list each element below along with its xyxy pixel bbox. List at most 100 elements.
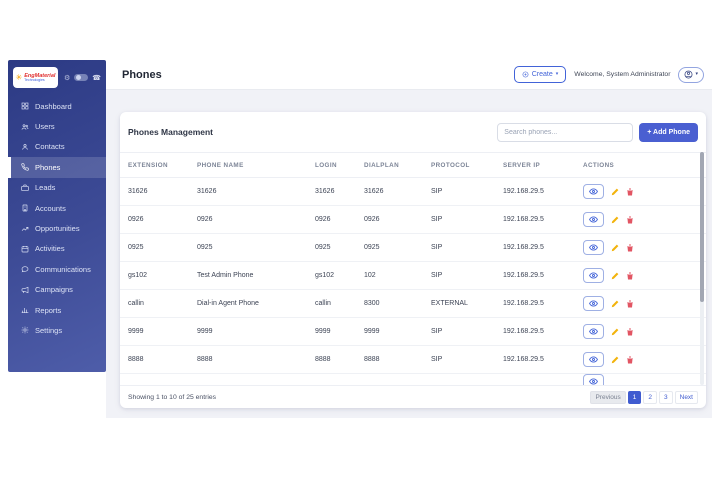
delete-button[interactable] xyxy=(626,300,634,308)
bar-chart-icon xyxy=(21,306,29,314)
trash-icon xyxy=(626,328,634,336)
user-menu-button[interactable]: ▾ xyxy=(678,67,704,83)
dashboard-icon xyxy=(21,102,29,110)
sidebar-item-users[interactable]: Users xyxy=(8,116,106,136)
sidebar-item-activities[interactable]: Activities xyxy=(8,239,106,259)
sidebar-item-label: Leads xyxy=(35,183,55,192)
trash-icon xyxy=(626,244,634,252)
edit-button[interactable] xyxy=(611,188,619,196)
sidebar-item-reports[interactable]: Reports xyxy=(8,300,106,320)
eye-icon xyxy=(589,271,598,280)
sidebar-item-opportunities[interactable]: Opportunities xyxy=(8,218,106,238)
chevron-down-icon: ▾ xyxy=(695,72,698,77)
eye-icon xyxy=(589,377,598,385)
edit-button[interactable] xyxy=(611,216,619,224)
sidebar-tools: ⚙ ☎ xyxy=(64,74,101,82)
sidebar-item-dashboard[interactable]: Dashboard xyxy=(8,96,106,116)
content-area: Phones Management + Add Phone EXTENSION … xyxy=(106,90,712,418)
contact-icon xyxy=(21,143,29,151)
pagination-next-button[interactable]: Next xyxy=(675,391,698,404)
view-button[interactable] xyxy=(583,296,604,311)
sidebar-item-contacts[interactable]: Contacts xyxy=(8,137,106,157)
card-footer: Showing 1 to 10 of 25 entries Previous 1… xyxy=(120,385,706,408)
sidebar-item-label: Phones xyxy=(35,163,60,172)
sidebar-item-leads[interactable]: Leads xyxy=(8,178,106,198)
cell-phone-name: 8888 xyxy=(197,356,315,363)
eye-icon xyxy=(589,299,598,308)
pagination: Previous 1 2 3 Next xyxy=(590,391,698,404)
cell-extension: 0926 xyxy=(128,216,197,223)
toggle-knob xyxy=(76,75,81,80)
table-scrollbar[interactable] xyxy=(700,152,704,385)
table-row-partial xyxy=(120,374,706,385)
cell-server-ip: 192.168.29.5 xyxy=(503,328,583,335)
pagination-page-2-button[interactable]: 2 xyxy=(643,391,657,404)
edit-button[interactable] xyxy=(611,272,619,280)
app-root: ✳ EngMaterial Technologies ⚙ ☎ Dashboard… xyxy=(0,0,720,480)
create-button[interactable]: Create ▾ xyxy=(514,66,567,83)
chevron-down-icon: ▾ xyxy=(556,72,559,77)
table-header-row: EXTENSION PHONE NAME LOGIN DIALPLAN PROT… xyxy=(120,152,706,178)
theme-toggle[interactable] xyxy=(74,74,88,81)
phones-management-card: Phones Management + Add Phone EXTENSION … xyxy=(120,112,706,408)
cell-extension: callin xyxy=(128,300,197,307)
phone-status-icon[interactable]: ☎ xyxy=(92,74,101,82)
cell-dialplan: 9999 xyxy=(364,328,431,335)
view-button[interactable] xyxy=(583,374,604,385)
table-row: 8888 8888 8888 8888 SIP 192.168.29.5 xyxy=(120,346,706,374)
view-button[interactable] xyxy=(583,268,604,283)
view-button[interactable] xyxy=(583,212,604,227)
welcome-text: Welcome, System Administrator xyxy=(574,71,670,78)
edit-button[interactable] xyxy=(611,328,619,336)
delete-button[interactable] xyxy=(626,216,634,224)
sidebar-header: ✳ EngMaterial Technologies ⚙ ☎ xyxy=(8,60,106,94)
sidebar-menu: Dashboard Users Contacts Phones Leads Ac… xyxy=(8,96,106,341)
cell-phone-name: Dial-in Agent Phone xyxy=(197,300,315,307)
view-button[interactable] xyxy=(583,184,604,199)
briefcase-icon xyxy=(21,184,29,192)
view-button[interactable] xyxy=(583,324,604,339)
sidebar-item-phones[interactable]: Phones xyxy=(8,157,106,177)
sidebar-item-communications[interactable]: Communications xyxy=(8,259,106,279)
view-button[interactable] xyxy=(583,240,604,255)
gear-icon[interactable]: ⚙ xyxy=(64,74,70,82)
scrollbar-thumb[interactable] xyxy=(700,152,704,302)
sidebar-item-settings[interactable]: Settings xyxy=(8,320,106,340)
column-header-login: LOGIN xyxy=(315,162,364,169)
delete-button[interactable] xyxy=(626,244,634,252)
table-row: 0925 0925 0925 0925 SIP 192.168.29.5 xyxy=(120,234,706,262)
cell-extension: 8888 xyxy=(128,356,197,363)
entries-summary: Showing 1 to 10 of 25 entries xyxy=(128,394,216,401)
cell-protocol: SIP xyxy=(431,244,503,251)
delete-button[interactable] xyxy=(626,272,634,280)
cell-phone-name: 0926 xyxy=(197,216,315,223)
sidebar: ✳ EngMaterial Technologies ⚙ ☎ Dashboard… xyxy=(8,60,106,372)
sidebar-item-label: Opportunities xyxy=(35,224,80,233)
delete-button[interactable] xyxy=(626,356,634,364)
edit-button[interactable] xyxy=(611,356,619,364)
sidebar-item-label: Accounts xyxy=(35,204,66,213)
cell-extension: 9999 xyxy=(128,328,197,335)
cell-protocol: SIP xyxy=(431,188,503,195)
edit-button[interactable] xyxy=(611,244,619,252)
search-input[interactable] xyxy=(497,123,633,142)
sidebar-item-campaigns[interactable]: Campaigns xyxy=(8,280,106,300)
pagination-previous-button[interactable]: Previous xyxy=(590,391,625,404)
gear-icon xyxy=(21,326,29,334)
cell-dialplan: 102 xyxy=(364,272,431,279)
delete-button[interactable] xyxy=(626,188,634,196)
brand-logo[interactable]: ✳ EngMaterial Technologies xyxy=(13,67,58,88)
pagination-page-1-button[interactable]: 1 xyxy=(628,391,642,404)
cell-actions xyxy=(583,324,706,339)
view-button[interactable] xyxy=(583,352,604,367)
cell-actions xyxy=(583,212,706,227)
column-header-actions: ACTIONS xyxy=(583,162,706,169)
cell-server-ip: 192.168.29.5 xyxy=(503,216,583,223)
add-phone-button[interactable]: + Add Phone xyxy=(639,123,698,142)
edit-button[interactable] xyxy=(611,300,619,308)
sidebar-item-accounts[interactable]: Accounts xyxy=(8,198,106,218)
cell-dialplan: 0926 xyxy=(364,216,431,223)
table-row: 0926 0926 0926 0926 SIP 192.168.29.5 xyxy=(120,206,706,234)
pagination-page-3-button[interactable]: 3 xyxy=(659,391,673,404)
delete-button[interactable] xyxy=(626,328,634,336)
